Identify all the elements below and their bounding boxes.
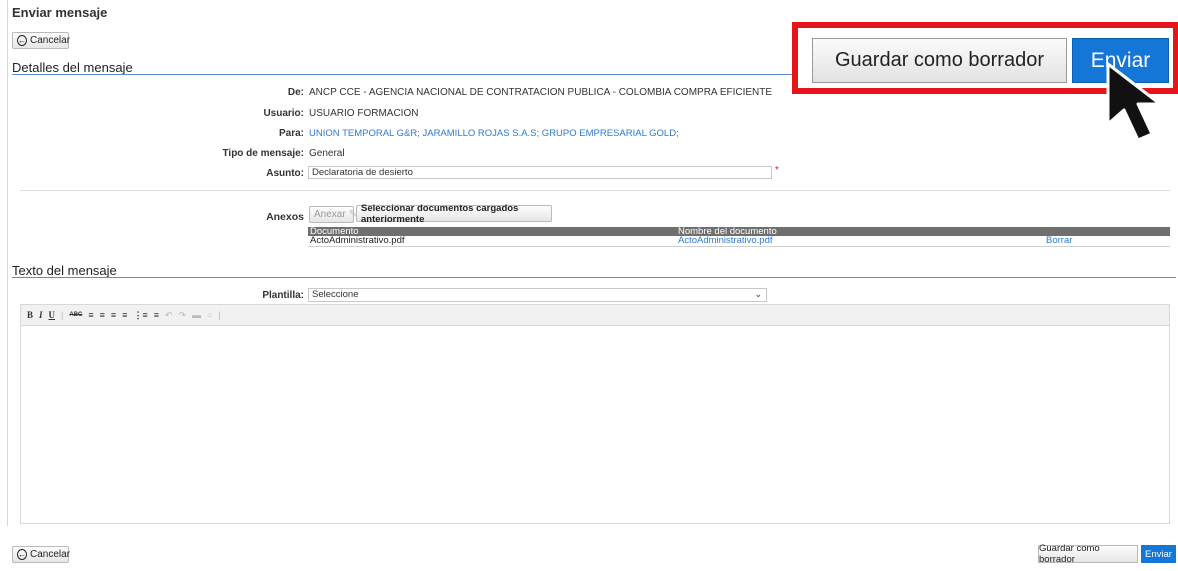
page-title: Enviar mensaje: [12, 5, 108, 20]
back-arrow-icon: ←: [17, 549, 27, 560]
align-left-icon[interactable]: ≡: [88, 310, 93, 320]
attachments-label: Anexos: [266, 211, 304, 223]
required-mark: *: [775, 165, 779, 176]
delete-link[interactable]: Borrar: [1046, 236, 1072, 246]
from-label: De:: [287, 87, 304, 98]
subject-input[interactable]: Declaratoria de desierto: [308, 166, 772, 179]
message-section-title: Texto del mensaje: [12, 263, 117, 278]
redo-icon[interactable]: ↷: [179, 310, 187, 321]
back-arrow-icon: ←: [17, 35, 27, 46]
message-type-label: Tipo de mensaje:: [222, 148, 304, 159]
toolbar-separator: |: [61, 310, 64, 320]
message-divider: [12, 277, 1176, 278]
numbered-list-icon[interactable]: ≡: [154, 310, 159, 320]
message-editor[interactable]: [20, 326, 1170, 524]
template-selected-value: Seleccione: [312, 289, 359, 300]
subject-label: Asunto:: [266, 168, 304, 179]
attach-label: Anexar: [314, 209, 346, 220]
italic-icon[interactable]: I: [39, 310, 43, 320]
strikethrough-icon[interactable]: ABC: [69, 312, 82, 318]
table-row: ActoAdministrativo.pdf ActoAdministrativ…: [308, 236, 1170, 247]
from-value: ANCP CCE - AGENCIA NACIONAL DE CONTRATAC…: [309, 87, 773, 98]
attachments-divider: [20, 190, 1170, 191]
select-previous-documents-button[interactable]: Seleccionar documentos cargados anterior…: [356, 203, 552, 225]
cancel-label: Cancelar: [30, 35, 71, 46]
to-label: Para:: [278, 128, 304, 139]
page-left-border: [7, 0, 8, 526]
recipients-link[interactable]: UNION TEMPORAL G&R; JARAMILLO ROJAS S.A.…: [309, 128, 679, 139]
template-select[interactable]: Seleccione ⌄: [308, 288, 767, 302]
cancel-label: Cancelar: [30, 549, 71, 560]
document-name-link[interactable]: ActoAdministrativo.pdf: [678, 236, 773, 246]
user-value: USUARIO FORMACION: [309, 108, 419, 119]
align-center-icon[interactable]: ≡: [100, 310, 105, 320]
attach-button[interactable]: Anexar ✎: [309, 206, 357, 223]
bullet-list-icon[interactable]: ⋮≡: [133, 310, 147, 321]
template-label: Plantilla:: [262, 290, 304, 301]
underline-icon[interactable]: U: [49, 310, 56, 320]
cancel-button-top[interactable]: ← Cancelar: [12, 32, 71, 49]
cursor-pointer-icon: [1106, 62, 1162, 142]
save-draft-button-zoomed[interactable]: Guardar como borrador: [812, 38, 1067, 83]
undo-icon[interactable]: ↶: [165, 310, 173, 321]
cancel-button-bottom[interactable]: ← Cancelar: [12, 546, 71, 563]
user-label: Usuario:: [263, 108, 304, 119]
cleanup-icon[interactable]: ○: [207, 310, 212, 320]
document-cell: ActoAdministrativo.pdf: [310, 235, 405, 246]
details-section-title: Detalles del mensaje: [12, 60, 133, 75]
align-right-icon[interactable]: ≡: [111, 310, 116, 320]
horizontal-rule-icon[interactable]: ▬: [192, 310, 201, 320]
align-justify-icon[interactable]: ≡: [122, 310, 127, 320]
toolbar-separator-end: |: [218, 310, 221, 320]
message-type-value: General: [309, 148, 345, 159]
editor-toolbar: B I U | ABC ≡ ≡ ≡ ≡ ⋮≡ ≡ ↶ ↷ ▬ ○ |: [20, 304, 1170, 326]
send-button-bottom[interactable]: Enviar: [1141, 545, 1176, 563]
bold-icon[interactable]: B: [27, 310, 33, 320]
save-draft-button-bottom[interactable]: Guardar como borrador: [1038, 543, 1138, 565]
chevron-down-icon: ⌄: [754, 289, 762, 299]
